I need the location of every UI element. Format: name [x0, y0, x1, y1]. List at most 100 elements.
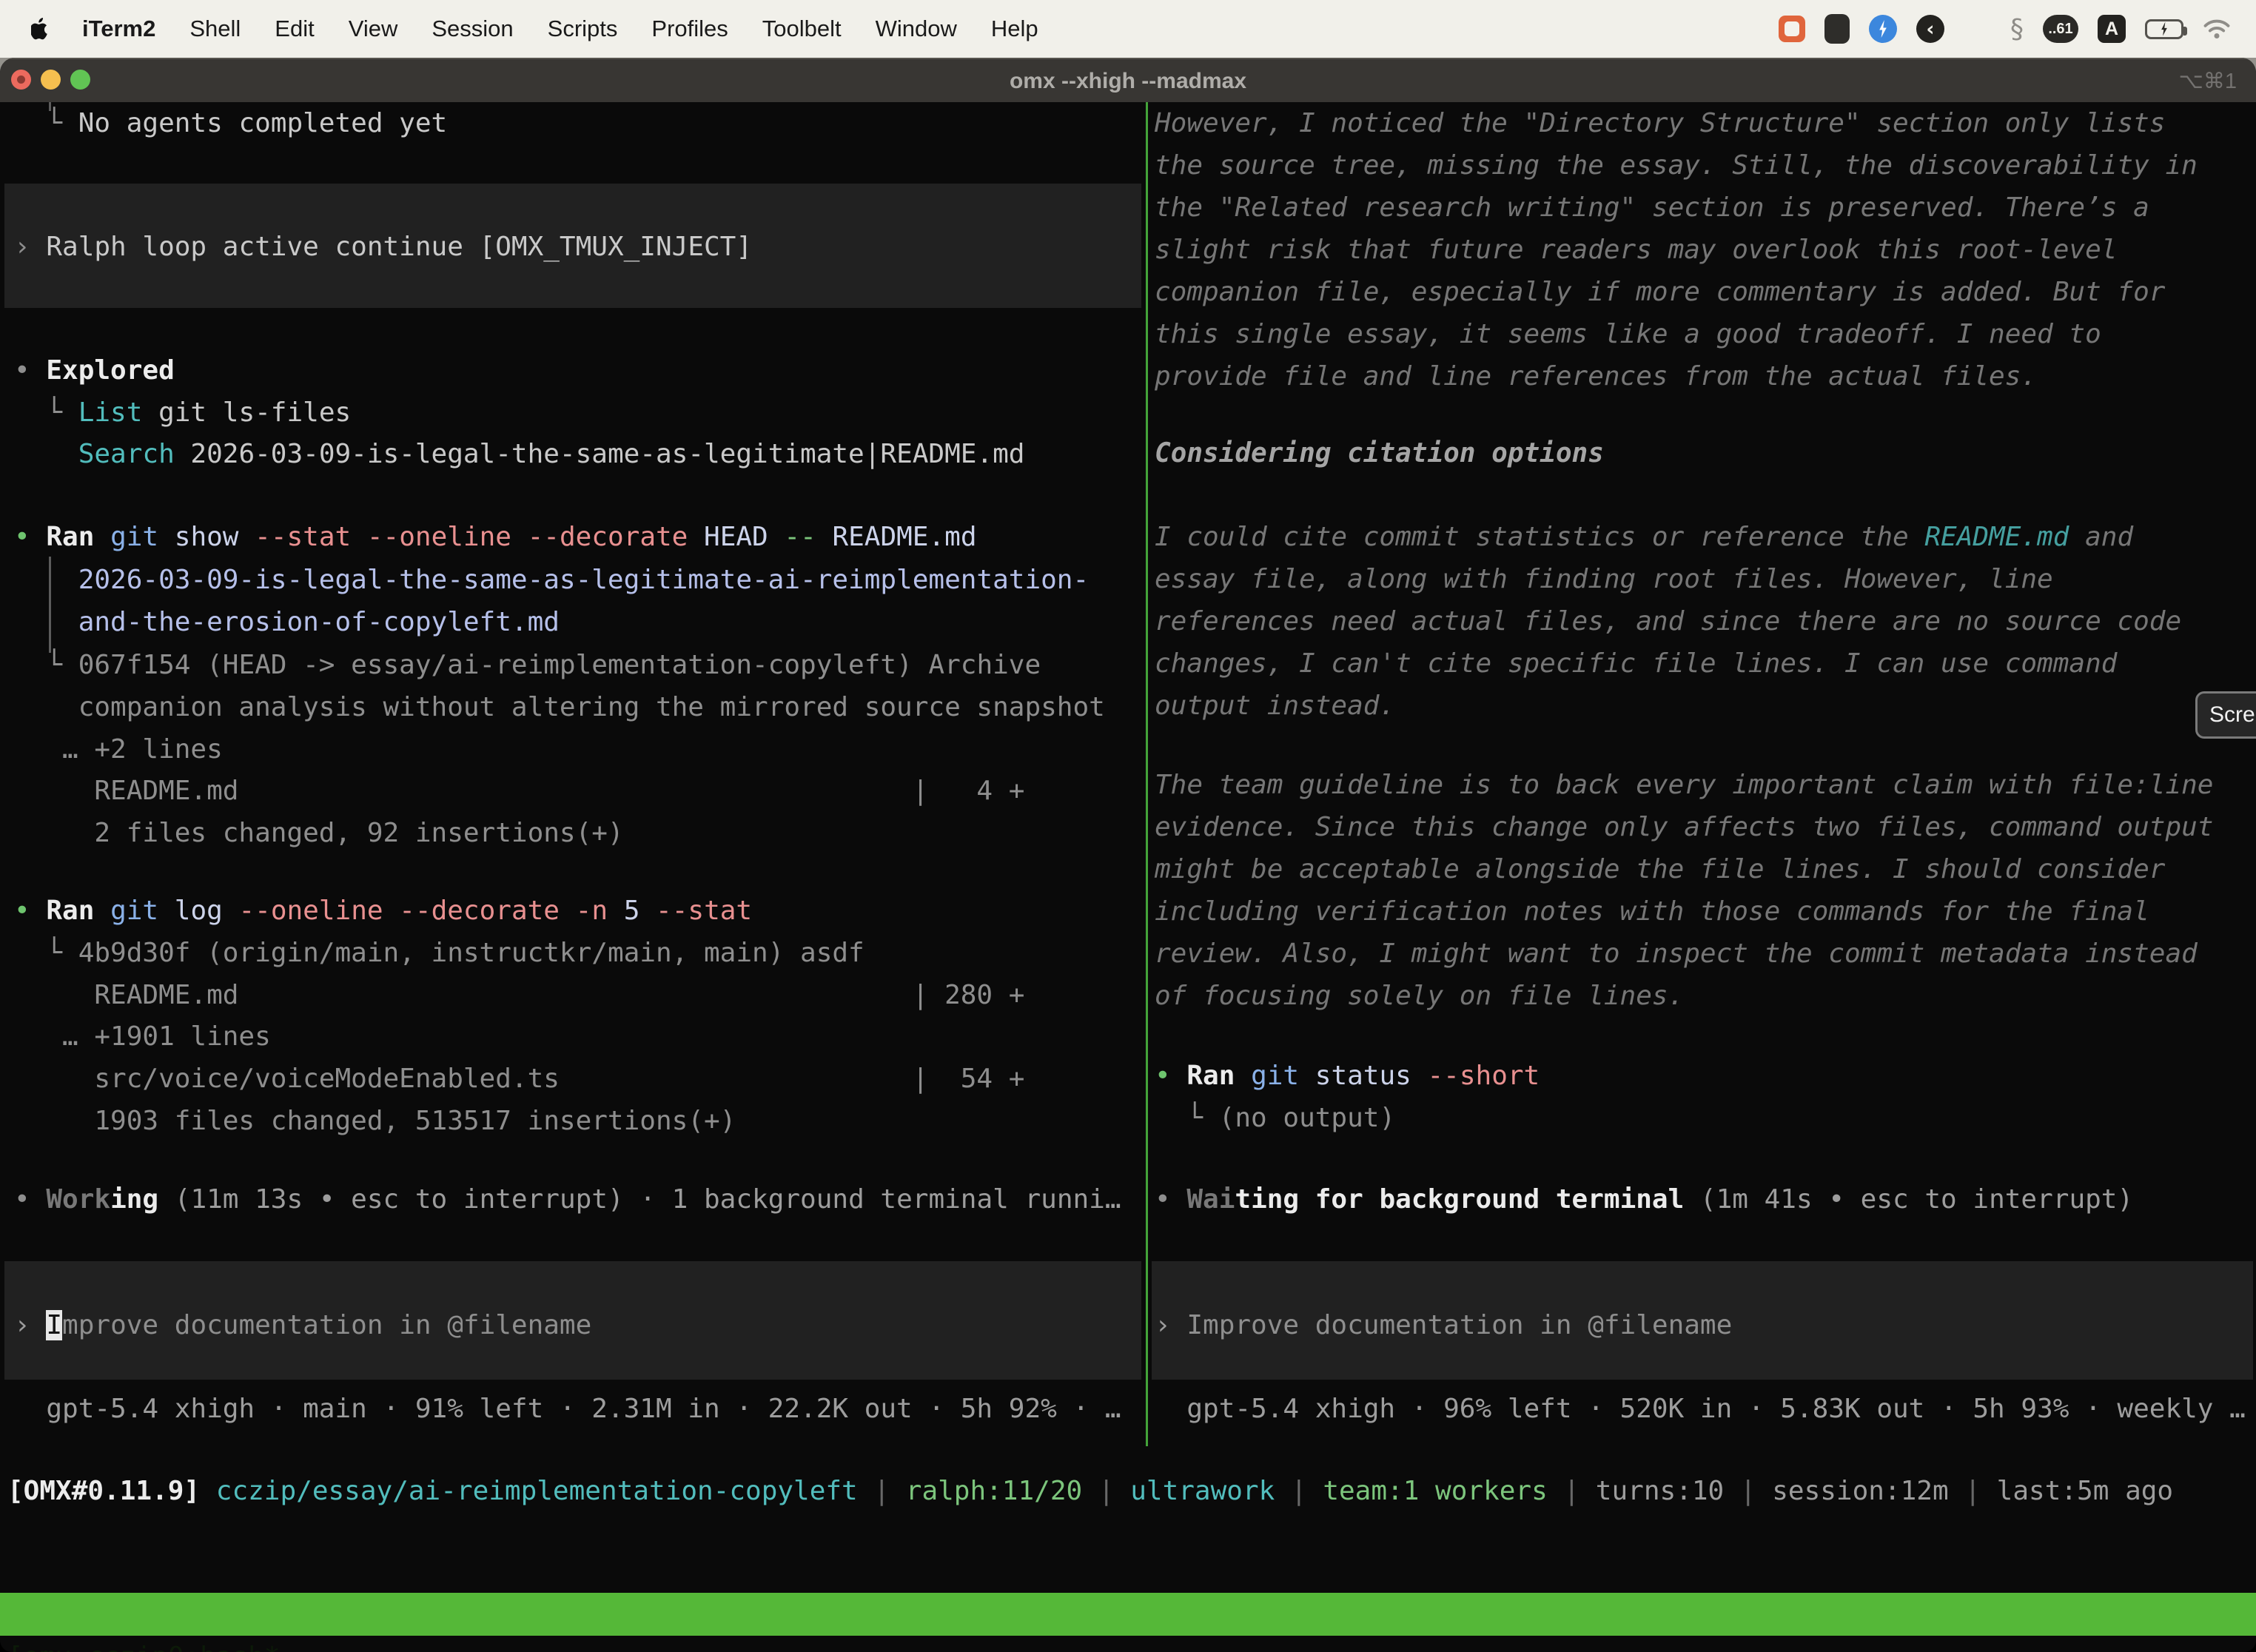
wifi-icon[interactable]: [2203, 18, 2231, 40]
pane-divider[interactable]: [1146, 102, 1148, 1446]
right-model-status-line: gpt-5.4 xhigh · 96% left · 520K in · 5.8…: [1155, 1388, 2253, 1430]
menu-items: iTerm2ShellEditViewSessionScriptsProfile…: [65, 16, 1055, 42]
text-token: gpt-5.4 xhigh · 96% left · 520K in · 5.8…: [1155, 1394, 2246, 1424]
thinking-line: output instead.: [1155, 685, 2253, 727]
text-token: I: [46, 1310, 62, 1340]
menu-item[interactable]: Scripts: [531, 16, 635, 42]
circle-chevron-icon[interactable]: ‹: [1916, 15, 1944, 43]
status-token: |: [1949, 1476, 1997, 1506]
git-log-stat-line: README.md | 280 +: [14, 974, 1143, 1016]
screen-capture-overlay-button[interactable]: Scre: [2195, 691, 2256, 739]
text-token: └: [14, 650, 78, 680]
git-show-stat-line: README.md | 4 +: [14, 770, 1143, 812]
text-token: ›: [14, 232, 46, 262]
menu-item[interactable]: View: [332, 16, 415, 42]
text-token: log: [158, 896, 238, 926]
thinking-line: might be acceptable alongside the file l…: [1155, 848, 2253, 890]
text-token: 5: [608, 896, 656, 926]
thinking-line: essay file, along with finding root file…: [1155, 558, 2253, 600]
text-token: Search: [78, 439, 175, 469]
status-token: [OMX#0.11.9]: [7, 1476, 200, 1506]
screen-recording-indicator-icon[interactable]: [1779, 16, 1805, 42]
ralph-loop-line: › Ralph loop active continue [OMX_TMUX_I…: [14, 226, 1143, 268]
text-token: (1m 41s • esc to interrupt): [1684, 1184, 2133, 1215]
text-token: ting for background terminal: [1235, 1184, 1684, 1215]
menu-item[interactable]: Toolbelt: [745, 16, 859, 42]
thinking-line: provide file and line references from th…: [1155, 355, 2253, 397]
omx-status-bar: [OMX#0.11.9] cczip/essay/ai-reimplementa…: [7, 1470, 2173, 1512]
text-token: Improve documentation in @filename: [1186, 1310, 1732, 1340]
text-token: •: [14, 522, 46, 552]
git-log-command: • Ran git log --oneline --decorate -n 5 …: [14, 890, 1143, 932]
status-token: cczip/essay/ai-reimplementation-copyleft: [216, 1476, 858, 1506]
status-token: team:1 workers: [1323, 1476, 1547, 1506]
dots-grid-icon[interactable]: [1964, 16, 1991, 43]
text-token: [94, 522, 110, 552]
window-title: omx --xhigh --madmax: [0, 59, 2256, 104]
text-token: (11m 13s • esc to interrupt) · 1 backgro…: [158, 1184, 1121, 1215]
hook-icon[interactable]: §: [2010, 14, 2024, 44]
status-token: |: [1724, 1476, 1772, 1506]
status-token: session:12m: [1772, 1476, 1948, 1506]
text-token: ›: [1155, 1310, 1186, 1340]
git-show-more-line: … +2 lines: [14, 728, 1143, 770]
text-token: I could cite commit statistics or refere…: [1155, 522, 1924, 552]
thinking-heading: Considering citation options: [1155, 432, 2253, 474]
text-token: git: [110, 896, 158, 926]
thinking-line: slight risk that future readers may over…: [1155, 229, 2253, 271]
text-token: --stat: [656, 896, 752, 926]
text-token: 067f154 (HEAD -> essay/ai-reimplementati…: [78, 650, 1041, 680]
status-token: |: [858, 1476, 906, 1506]
agents-status-line: └ No agents completed yet: [14, 102, 1143, 144]
stat-badge[interactable]: ..61: [2043, 15, 2078, 43]
shield-grid-icon[interactable]: [1824, 14, 1850, 44]
text-token: └: [14, 938, 78, 968]
git-show-command: • Ran git show --stat --oneline --decora…: [14, 516, 1143, 558]
status-token: last:5m ago: [1997, 1476, 2173, 1506]
right-prompt-input[interactable]: › Improve documentation in @filename: [1155, 1304, 2253, 1346]
thinking-line: The team guideline is to back every impo…: [1155, 764, 2253, 806]
git-log-commit-line: └ 4b9d30f (origin/main, instructkr/main,…: [14, 932, 1143, 974]
text-token: Work: [46, 1184, 110, 1215]
text-token: gpt-5.4 xhigh · main · 91% left · 2.31M …: [14, 1394, 1121, 1424]
text-token: [14, 439, 78, 469]
thinking-line: including verification notes with those …: [1155, 890, 2253, 933]
text-token: 2026-03-09-is-legal-the-same-as-legitima…: [14, 565, 1089, 595]
git-log-stat-line: src/voice/voiceModeEnabled.ts | 54 +: [14, 1058, 1143, 1100]
text-token: └: [14, 397, 78, 428]
menu-item[interactable]: Edit: [258, 16, 331, 42]
text-token: 1903 files changed, 513517 insertions(+): [14, 1106, 736, 1136]
git-show-commit-line: └ 067f154 (HEAD -> essay/ai-reimplementa…: [14, 644, 1143, 686]
text-token: List: [78, 397, 143, 428]
thinking-paragraph: essay file, along with finding root file…: [1155, 558, 2253, 727]
menu-item[interactable]: Session: [414, 16, 530, 42]
keyboard-layout-icon[interactable]: A: [2098, 15, 2126, 43]
window-shortcut-badge: ⌥⌘1: [2178, 59, 2237, 104]
menu-item[interactable]: Shell: [172, 16, 258, 42]
blue-bolt-badge-icon[interactable]: [1869, 15, 1897, 43]
menu-item[interactable]: Profiles: [634, 16, 745, 42]
battery-icon[interactable]: [2145, 19, 2183, 39]
menu-item[interactable]: Window: [859, 16, 974, 42]
text-token: Explored: [46, 355, 174, 386]
apple-menu-icon[interactable]: [31, 17, 50, 41]
window-title-bar[interactable]: omx --xhigh --madmax ⌥⌘1: [0, 58, 2256, 102]
text-token: --oneline --decorate: [238, 896, 559, 926]
text-token: (no output): [1219, 1103, 1395, 1133]
text-token: Ran: [1186, 1061, 1235, 1091]
menu-item[interactable]: iTerm2: [65, 16, 172, 42]
status-token: |: [1548, 1476, 1596, 1506]
status-token: ultrawork: [1130, 1476, 1275, 1506]
text-token: Ralph loop active continue [OMX_TMUX_INJ…: [46, 232, 752, 262]
text-token: status: [1299, 1061, 1427, 1091]
status-token: ralph:11/20: [906, 1476, 1082, 1506]
thinking-line: review. Also, I might want to inspect th…: [1155, 933, 2253, 975]
thinking-line: references need actual files, and since …: [1155, 600, 2253, 642]
text-token: 2 files changed, 92 insertions(+): [14, 818, 624, 848]
text-token: README.md: [816, 522, 977, 552]
thinking-line: However, I noticed the "Directory Struct…: [1155, 102, 2253, 144]
text-token: Ran: [46, 896, 94, 926]
menu-item[interactable]: Help: [974, 16, 1055, 42]
left-prompt-input[interactable]: › Improve documentation in @filename: [14, 1304, 1143, 1346]
text-token: git: [1251, 1061, 1299, 1091]
